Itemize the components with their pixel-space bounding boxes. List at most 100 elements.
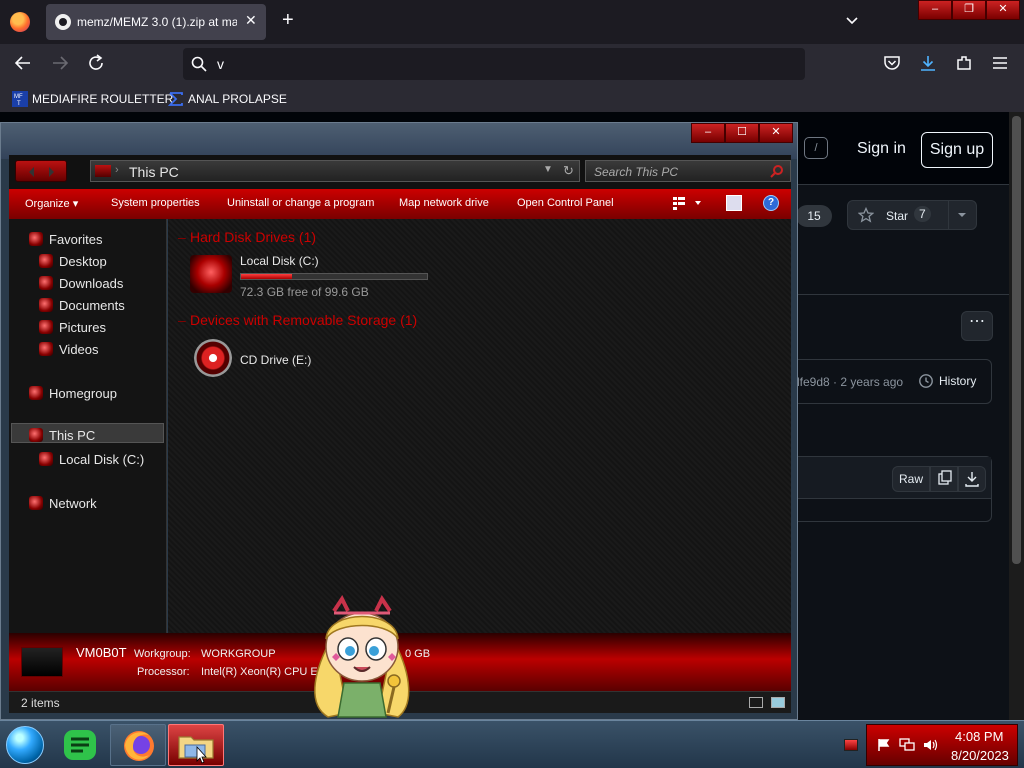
taskbar-firefox[interactable] bbox=[110, 724, 166, 766]
browser-tab[interactable]: memz/MEMZ 3.0 (1).zip at main ✕ bbox=[46, 4, 266, 40]
drive-e-name[interactable]: CD Drive (E:) bbox=[240, 353, 311, 367]
sidebar-item-network[interactable]: Network bbox=[29, 493, 97, 513]
breadcrumb-arrow-icon[interactable]: › bbox=[115, 164, 119, 176]
file-list-area[interactable]: Hard Disk Drives (1) Local Disk (C:) 72.… bbox=[168, 219, 791, 633]
sign-in-link[interactable]: Sign in bbox=[857, 140, 906, 158]
firefox-logo-icon[interactable] bbox=[10, 12, 30, 32]
downloads-folder-icon bbox=[39, 276, 53, 290]
open-control-panel-button[interactable]: Open Control Panel bbox=[517, 197, 614, 209]
sidebar-item-pictures[interactable]: Pictures bbox=[39, 317, 106, 337]
reload-icon[interactable] bbox=[87, 54, 105, 76]
cd-drive-icon[interactable] bbox=[194, 339, 232, 377]
processor-label: Processor: bbox=[137, 666, 190, 678]
raw-button[interactable]: Raw bbox=[892, 466, 930, 492]
close-window-button[interactable]: ✕ bbox=[759, 123, 793, 143]
computer-icon bbox=[29, 428, 43, 442]
svg-text:T: T bbox=[17, 101, 21, 107]
chevron-down-icon[interactable] bbox=[956, 207, 968, 223]
action-center-flag-icon[interactable] bbox=[877, 738, 891, 752]
close-tab-button[interactable]: ✕ bbox=[245, 12, 257, 29]
minimize-button[interactable]: – bbox=[918, 0, 952, 20]
taskbar-notes-app[interactable] bbox=[52, 724, 108, 766]
clock-time[interactable]: 4:08 PM bbox=[955, 729, 1003, 744]
hamburger-menu-icon[interactable] bbox=[991, 54, 1009, 77]
star-button[interactable]: Star 7 bbox=[847, 200, 977, 230]
sidebar-item-documents[interactable]: Documents bbox=[39, 295, 125, 315]
system-tray: 4:08 PM 8/20/2023 bbox=[866, 724, 1018, 766]
sidebar-item-favorites[interactable]: Favorites bbox=[29, 229, 102, 249]
homegroup-icon bbox=[29, 386, 43, 400]
sidebar-item-local-disk[interactable]: Local Disk (C:) bbox=[39, 449, 144, 469]
history-button[interactable]: History bbox=[918, 373, 976, 389]
explorer-titlebar[interactable] bbox=[1, 123, 797, 159]
address-text: This PC bbox=[129, 164, 179, 180]
hard-drive-icon[interactable] bbox=[190, 255, 232, 293]
bookmark-label: MEDIAFIRE ROULETTER bbox=[32, 92, 174, 106]
url-bar[interactable]: v bbox=[183, 48, 805, 80]
scrollbar-thumb[interactable] bbox=[1012, 116, 1021, 564]
history-label: History bbox=[939, 374, 977, 388]
sidebar-item-downloads[interactable]: Downloads bbox=[39, 273, 123, 293]
back-forward-buttons[interactable] bbox=[15, 160, 67, 182]
address-bar[interactable]: › This PC ▼ ↻ bbox=[90, 160, 580, 182]
maximize-button[interactable]: ☐ bbox=[725, 123, 759, 143]
forward-arrow-icon[interactable] bbox=[51, 54, 69, 76]
sidebar-item-label: Local Disk (C:) bbox=[59, 451, 145, 467]
search-shortcut-key[interactable]: / bbox=[804, 137, 828, 159]
sidebar-item-this-pc[interactable]: This PC bbox=[29, 425, 95, 445]
minimize-button[interactable]: – bbox=[691, 123, 725, 143]
bookmark-mediafire[interactable]: MF T MEDIAFIRE ROULETTER bbox=[12, 90, 173, 108]
downloads-icon[interactable] bbox=[919, 54, 937, 77]
more-options-icon[interactable]: ⋯ bbox=[961, 311, 993, 341]
mediafire-icon: MFT bbox=[12, 91, 28, 107]
copy-icon[interactable] bbox=[930, 466, 958, 492]
restore-button[interactable]: ❐ bbox=[952, 0, 986, 20]
workgroup-label: Workgroup: bbox=[134, 648, 191, 660]
github-favicon-icon bbox=[55, 14, 71, 30]
sign-up-button[interactable]: Sign up bbox=[921, 132, 993, 168]
organize-button[interactable]: Organize ▾ bbox=[25, 197, 78, 210]
volume-icon[interactable] bbox=[923, 738, 939, 752]
tab-list-chevron-icon[interactable] bbox=[846, 14, 858, 26]
large-icons-view-icon[interactable] bbox=[771, 697, 785, 708]
uninstall-program-button[interactable]: Uninstall or change a program bbox=[227, 197, 374, 209]
start-button[interactable] bbox=[6, 726, 44, 764]
clock-date[interactable]: 8/20/2023 bbox=[951, 748, 1009, 763]
group-header-removable[interactable]: Devices with Removable Storage (1) bbox=[178, 312, 417, 328]
download-icon[interactable] bbox=[958, 466, 986, 492]
star-label: Star bbox=[886, 209, 909, 223]
star-icon bbox=[29, 232, 43, 246]
search-placeholder: Search This PC bbox=[594, 165, 679, 179]
system-properties-button[interactable]: System properties bbox=[111, 197, 200, 209]
sidebar-item-desktop[interactable]: Desktop bbox=[39, 251, 107, 271]
tray-overflow-icon[interactable] bbox=[844, 739, 858, 751]
map-network-drive-button[interactable]: Map network drive bbox=[399, 197, 489, 209]
sidebar-item-label: Documents bbox=[59, 297, 125, 313]
drive-c-free-space: 72.3 GB free of 99.6 GB bbox=[240, 285, 369, 299]
search-input[interactable]: Search This PC bbox=[585, 160, 791, 182]
refresh-icon[interactable]: ↻ bbox=[563, 163, 574, 179]
preview-pane-icon[interactable] bbox=[726, 195, 742, 211]
bookmark-sigma[interactable]: ANAL PROLAPSE bbox=[168, 90, 287, 108]
taskbar-explorer[interactable] bbox=[168, 724, 224, 766]
new-tab-button[interactable]: + bbox=[282, 10, 294, 30]
extensions-icon[interactable] bbox=[955, 54, 973, 77]
sidebar-item-homegroup[interactable]: Homegroup bbox=[29, 383, 117, 403]
view-options-icon[interactable] bbox=[673, 196, 703, 210]
commit-meta: lfe9d8 · 2 years ago bbox=[797, 375, 904, 389]
page-scrollbar[interactable] bbox=[1009, 112, 1024, 720]
chevron-down-icon[interactable]: ▼ bbox=[543, 164, 553, 175]
fork-count-badge: 15 bbox=[796, 205, 832, 227]
close-window-button[interactable]: ✕ bbox=[986, 0, 1020, 20]
help-icon[interactable]: ? bbox=[763, 195, 779, 211]
drive-c-name[interactable]: Local Disk (C:) bbox=[240, 254, 319, 268]
sidebar-item-videos[interactable]: Videos bbox=[39, 339, 99, 359]
pocket-icon[interactable] bbox=[883, 54, 901, 77]
sidebar-item-label: Favorites bbox=[49, 231, 103, 247]
network-icon[interactable] bbox=[899, 738, 915, 752]
group-header-hdd[interactable]: Hard Disk Drives (1) bbox=[178, 229, 316, 245]
hard-drive-icon bbox=[39, 452, 53, 466]
details-view-icon[interactable] bbox=[749, 697, 763, 708]
back-arrow-icon[interactable] bbox=[14, 54, 32, 76]
url-input[interactable]: v bbox=[217, 56, 224, 72]
